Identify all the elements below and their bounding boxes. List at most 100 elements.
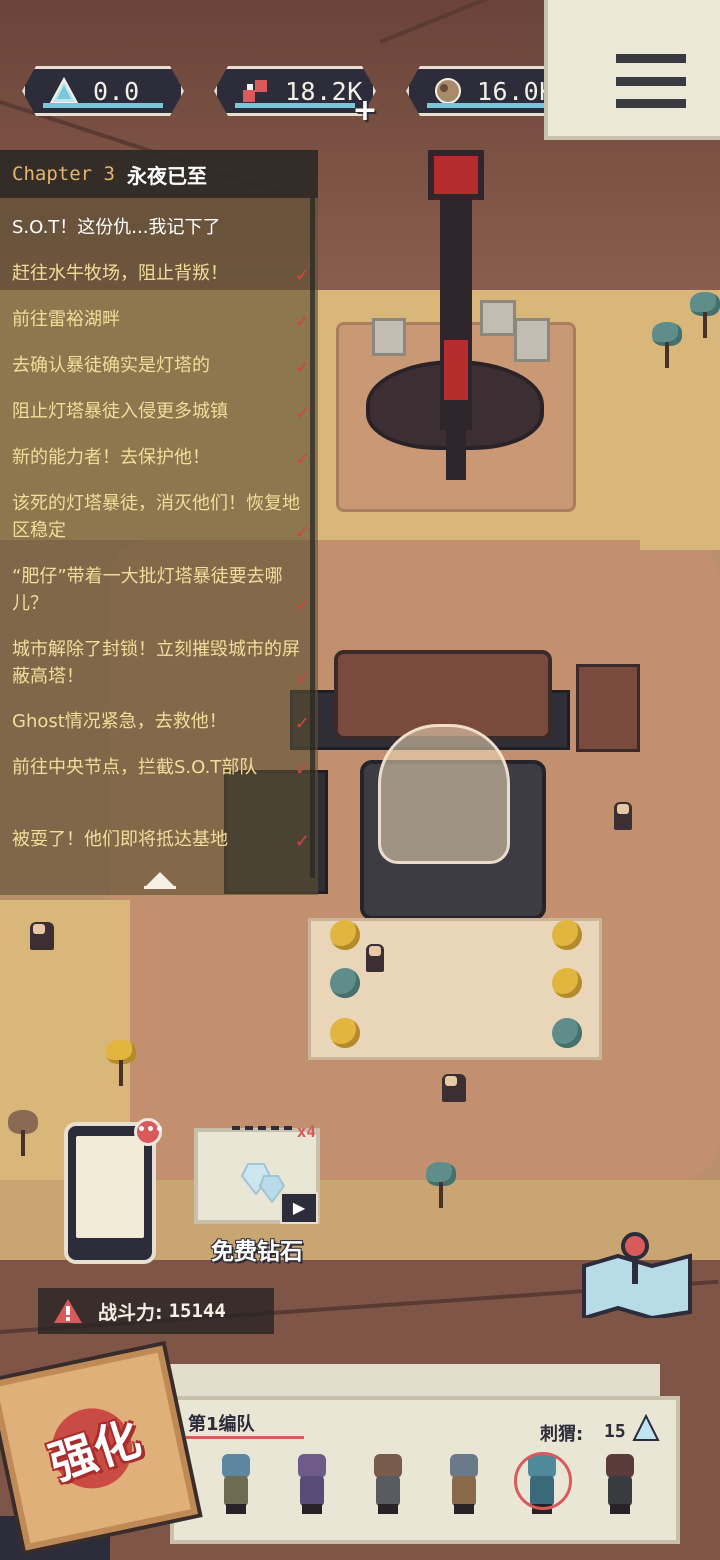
- quest-item[interactable]: 新的能力者！去保护他！ ✓: [12, 444, 310, 471]
- quest-item[interactable]: 被耍了！他们即将抵达基地 ✓: [12, 826, 310, 853]
- resource-material-bar: [427, 103, 547, 108]
- quest-text: 阻止灯塔暴徒入侵更多城镇: [12, 401, 228, 422]
- combat-power-value: 15144: [168, 1300, 226, 1322]
- world-map-button[interactable]: [580, 1230, 694, 1321]
- check-icon: ✓: [294, 265, 310, 286]
- quest-item[interactable]: 去确认暴徒确实是灯塔的 ✓: [12, 352, 310, 379]
- gold-orb: [552, 968, 582, 998]
- squad-panel-header[interactable]: [140, 1364, 660, 1398]
- check-icon: ✓: [294, 713, 310, 734]
- upgrade-button[interactable]: 强化: [0, 1345, 198, 1551]
- diamond-icon: [632, 1414, 660, 1441]
- phone-button[interactable]: •••: [64, 1118, 164, 1264]
- sand-area-right: [640, 430, 720, 550]
- npc-character[interactable]: [614, 802, 632, 830]
- hero-slot-3[interactable]: [368, 1450, 408, 1516]
- resource-diamond[interactable]: 0.0: [22, 66, 184, 116]
- quest-item[interactable]: Ghost情况紧急，去救他！ ✓: [12, 708, 310, 735]
- combat-power-label: 战斗力:: [98, 1301, 163, 1324]
- hamburger-menu-icon[interactable]: [612, 48, 690, 114]
- map-pin-icon: [582, 1232, 692, 1321]
- check-icon: ✓: [294, 831, 310, 852]
- chapter-title: 永夜已至: [126, 163, 207, 188]
- quest-item[interactable]: 阻止灯塔暴徒入侵更多城镇 ✓: [12, 398, 310, 425]
- add-energy-button[interactable]: +: [352, 96, 378, 126]
- base-dome[interactable]: [378, 724, 510, 864]
- quest-text: 新的能力者！去保护他！: [12, 447, 210, 468]
- quest-text: S.O.T！这份仇...我记下了: [12, 217, 221, 238]
- teal-orb: [552, 1018, 582, 1048]
- check-icon: ✓: [294, 668, 310, 689]
- side-building[interactable]: [576, 664, 640, 752]
- drone[interactable]: [442, 1074, 466, 1102]
- tree: [688, 292, 720, 340]
- quest-item[interactable]: S.O.T！这份仇...我记下了: [12, 214, 308, 241]
- phone-screen: [76, 1136, 144, 1238]
- quest-item[interactable]: “肥仔”带着一大批灯塔暴徒要去哪儿？ ✓: [12, 563, 310, 617]
- hero-slot-1[interactable]: [216, 1450, 256, 1516]
- free-diamond-button[interactable]: x4 ▶: [194, 1122, 320, 1224]
- npc-character[interactable]: [366, 944, 384, 972]
- check-icon: ✓: [294, 357, 310, 378]
- quest-item[interactable]: 城市解除了封锁！立刻摧毁城市的屏蔽高塔！ ✓: [12, 636, 310, 690]
- quest-item[interactable]: 赶往水牛牧场，阻止背叛！ ✓: [12, 260, 310, 287]
- free-diamond-multiplier: x4: [296, 1122, 316, 1141]
- tree: [424, 1162, 458, 1210]
- quest-text: 该死的灯塔暴徒，消灭他们！恢复地区稳定: [12, 493, 300, 541]
- resource-diamond-bar: [43, 103, 163, 108]
- warning-icon: [54, 1299, 82, 1323]
- quest-text: 赶往水牛牧场，阻止背叛！: [12, 263, 228, 284]
- video-play-icon: ▶: [280, 1192, 318, 1224]
- crate: [514, 318, 550, 362]
- tower-beacon[interactable]: [428, 150, 484, 200]
- chain-icon: [232, 1126, 292, 1136]
- quest-text: 前往中央节点，拦截S.O.T部队: [12, 757, 258, 778]
- quest-text: “肥仔”带着一大批灯塔暴徒要去哪儿？: [12, 566, 283, 614]
- quest-text: 去确认暴徒确实是灯塔的: [12, 355, 210, 376]
- combat-power-panel[interactable]: 战斗力: 15144: [38, 1288, 274, 1334]
- squad-name-underline: [186, 1436, 304, 1439]
- drone[interactable]: [30, 922, 54, 950]
- quest-text: 前往雷裕湖畔: [12, 309, 120, 330]
- quest-text: 城市解除了封锁！立刻摧毁城市的屏蔽高塔！: [12, 639, 300, 687]
- tree: [104, 1040, 138, 1088]
- check-icon: ✓: [294, 522, 310, 543]
- resource-diamond-value: 0.0: [93, 76, 140, 106]
- resource-energy-bar: [235, 103, 355, 108]
- upgrade-label: 强化: [42, 1410, 148, 1491]
- check-icon: ✓: [294, 759, 310, 780]
- stamina-value: 15: [604, 1421, 626, 1442]
- tree: [650, 322, 684, 370]
- tower-core: [444, 340, 468, 400]
- gold-orb: [552, 920, 582, 950]
- check-icon: ✓: [294, 311, 310, 332]
- quest-item[interactable]: 前往中央节点，拦截S.O.T部队 ✓: [12, 754, 310, 781]
- check-icon: ✓: [294, 403, 310, 424]
- gold-orb: [330, 1018, 360, 1048]
- quest-item[interactable]: 前往雷裕湖畔 ✓: [12, 306, 310, 333]
- gold-orb: [330, 920, 360, 950]
- chapter-label: Chapter 3: [12, 163, 115, 185]
- energy-icon: [241, 76, 271, 106]
- chapter-header[interactable]: Chapter 3 永夜已至: [0, 150, 318, 198]
- check-icon: ✓: [294, 595, 310, 616]
- quest-scrollbar[interactable]: [310, 198, 315, 878]
- quest-item[interactable]: 该死的灯塔暴徒，消灭他们！恢复地区稳定 ✓: [12, 490, 310, 544]
- collapse-quest-button[interactable]: [140, 868, 180, 892]
- crate: [480, 300, 516, 336]
- squad-name[interactable]: 第1编队: [188, 1410, 255, 1436]
- tree: [6, 1110, 40, 1158]
- diamond-icon: [49, 76, 79, 106]
- hero-slot-5[interactable]: [514, 1450, 572, 1516]
- crate: [372, 318, 406, 356]
- notification-badge: •••: [134, 1118, 164, 1146]
- quest-text: Ghost情况紧急，去救他！: [12, 711, 227, 732]
- stamina-label: 刺猬:: [540, 1424, 584, 1445]
- hero-slot-6[interactable]: [600, 1450, 640, 1516]
- check-icon: ✓: [294, 449, 310, 470]
- chevron-up-icon: [144, 872, 176, 889]
- ore-icon: [433, 76, 463, 106]
- hero-slot-4[interactable]: [444, 1450, 484, 1516]
- teal-orb: [330, 968, 360, 998]
- hero-slot-2[interactable]: [292, 1450, 332, 1516]
